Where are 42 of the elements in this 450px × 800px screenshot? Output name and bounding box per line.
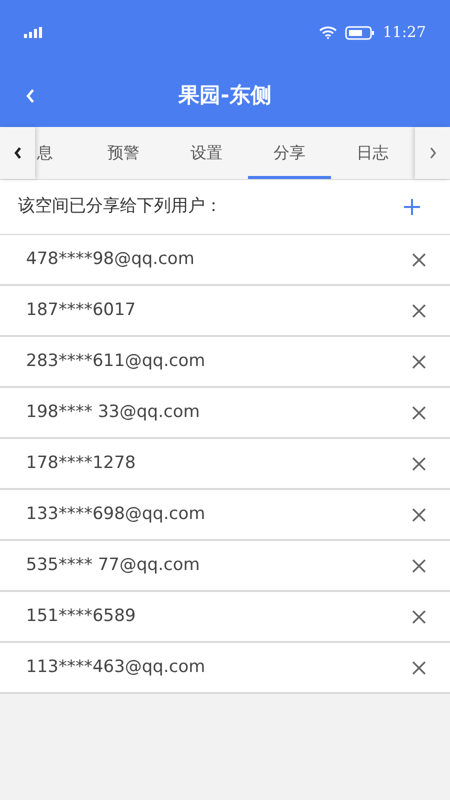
remove-user-button[interactable] — [410, 454, 428, 472]
user-account: 187****6017 — [26, 298, 136, 322]
close-icon — [412, 508, 426, 522]
close-icon — [412, 660, 426, 674]
remove-user-button[interactable] — [410, 250, 428, 268]
tab[interactable]: 预警 — [82, 127, 165, 179]
battery-icon — [344, 26, 375, 40]
tab[interactable]: 日志 — [331, 127, 414, 179]
remove-user-button[interactable] — [410, 556, 428, 574]
user-account: 198**** 33@qq.com — [26, 400, 200, 424]
user-account: 178****1278 — [26, 452, 136, 475]
signal-icon — [24, 27, 42, 38]
close-icon — [412, 354, 426, 368]
remove-user-button[interactable] — [410, 404, 428, 422]
tab[interactable]: 设置 — [165, 127, 248, 179]
close-icon — [412, 406, 426, 420]
remove-user-button[interactable] — [410, 352, 428, 370]
close-icon — [412, 456, 426, 470]
close-icon — [412, 252, 426, 266]
chevron-right-icon — [428, 146, 438, 160]
close-icon — [412, 304, 426, 318]
remove-user-button[interactable] — [410, 658, 428, 676]
remove-user-button[interactable] — [410, 506, 428, 524]
close-icon — [412, 558, 426, 572]
user-account: 133****698@qq.com — [26, 502, 206, 526]
remove-user-button[interactable] — [410, 302, 428, 320]
page-title: 果园-东侧 — [178, 83, 272, 108]
tab[interactable]: 息 — [35, 127, 82, 179]
wifi-icon — [318, 26, 337, 39]
close-icon — [412, 610, 426, 624]
user-account: 151****6589 — [26, 604, 136, 628]
status-time: 11:27 — [382, 22, 426, 44]
user-account: 478****98@qq.com — [26, 248, 194, 271]
remove-user-button[interactable] — [410, 608, 428, 626]
back-icon — [25, 88, 35, 104]
add-user-button[interactable] — [402, 197, 422, 217]
user-account: 283****611@qq.com — [26, 350, 206, 373]
share-list-heading: 该空间已分享给下列用户： — [18, 195, 222, 218]
plus-icon — [403, 198, 421, 216]
user-account: 535**** 77@qq.com — [26, 554, 200, 577]
chevron-left-icon — [12, 146, 22, 160]
user-account: 113****463@qq.com — [26, 656, 206, 679]
